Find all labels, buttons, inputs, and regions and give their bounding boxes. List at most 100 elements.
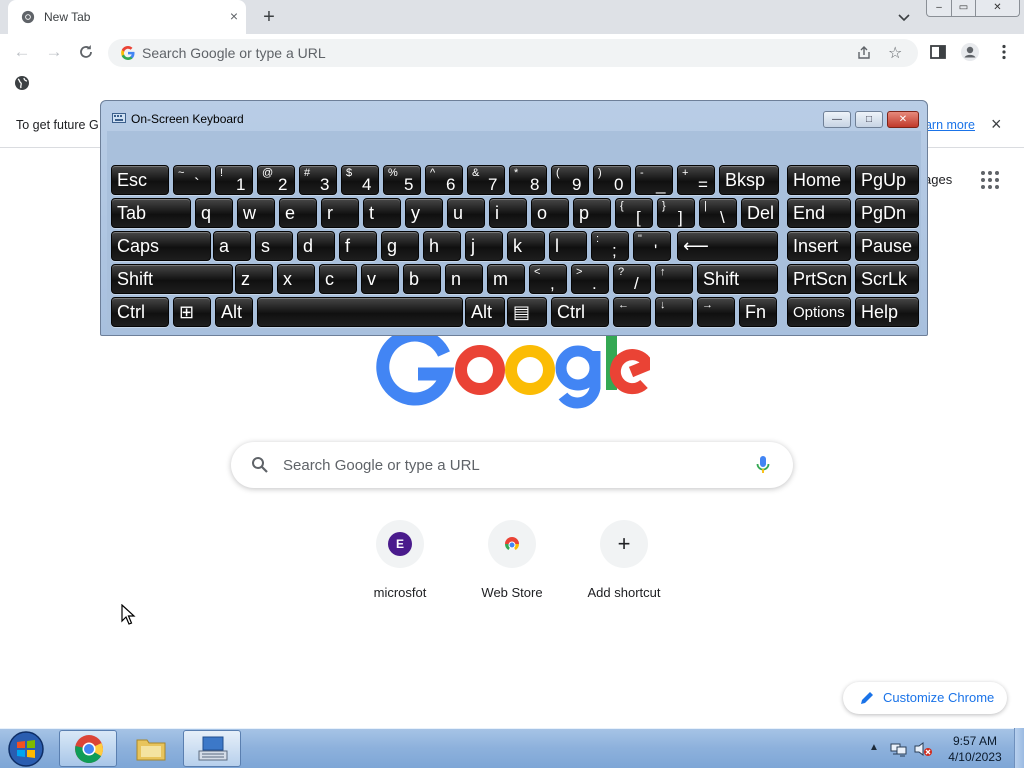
key-v[interactable]: v [361, 264, 399, 294]
key-del[interactable]: Del [741, 198, 779, 228]
tab-new-tab[interactable]: New Tab × [8, 0, 246, 34]
key-d[interactable]: d [297, 231, 335, 261]
volume-muted-icon[interactable] [913, 741, 933, 757]
key-alt[interactable]: Alt [465, 297, 505, 327]
key-alt[interactable]: Alt [215, 297, 253, 327]
key-menu[interactable]: ▤ [507, 297, 547, 327]
key-z[interactable]: z [235, 264, 273, 294]
key-home[interactable]: Home [787, 165, 851, 195]
key-a[interactable]: a [213, 231, 251, 261]
forward-arrow-icon[interactable]: → [44, 42, 64, 62]
key-←[interactable]: ← [613, 297, 651, 327]
key-k[interactable]: k [507, 231, 545, 261]
share-icon[interactable] [856, 45, 872, 61]
key-tab[interactable]: Tab [111, 198, 191, 228]
key-prtscn[interactable]: PrtScn [787, 264, 851, 294]
key-q[interactable]: q [195, 198, 233, 228]
network-icon[interactable] [890, 741, 908, 757]
google-apps-grid-icon[interactable] [980, 170, 1000, 190]
key-g[interactable]: g [381, 231, 419, 261]
key-pgdn[interactable]: PgDn [855, 198, 919, 228]
key-options[interactable]: Options [787, 297, 851, 327]
show-hidden-icons-arrow[interactable]: ▲ [869, 742, 879, 753]
key-5[interactable]: % 5 [383, 165, 421, 195]
key-s[interactable]: s [255, 231, 293, 261]
key-=[interactable]: + = [677, 165, 715, 195]
back-arrow-icon[interactable]: ← [12, 42, 32, 62]
osk-minimize-button[interactable]: — [823, 111, 851, 128]
key-9[interactable]: (9 [551, 165, 589, 195]
key-0[interactable]: ) 0 [593, 165, 631, 195]
key-2[interactable]: @2 [257, 165, 295, 195]
key-4[interactable]: $4 [341, 165, 379, 195]
key-[[interactable]: {[ [615, 198, 653, 228]
minimize-button[interactable]: ‒ [926, 0, 952, 17]
key-l[interactable]: l [549, 231, 587, 261]
key-e[interactable]: e [279, 198, 317, 228]
key-b[interactable]: b [403, 264, 441, 294]
side-panel-icon[interactable] [928, 42, 948, 62]
key-backspace[interactable]: Bksp [719, 165, 779, 195]
key-h[interactable]: h [423, 231, 461, 261]
system-clock[interactable]: 9:57 AM 4/10/2023 [940, 733, 1010, 767]
osk-maximize-button[interactable]: □ [855, 111, 883, 128]
start-button[interactable] [6, 730, 46, 768]
shortcut-web-store[interactable]: Web Store [456, 520, 568, 610]
address-bar[interactable]: Search Google or type a URL ☆ [108, 39, 918, 67]
key-m[interactable]: m [487, 264, 525, 294]
key-help[interactable]: Help [855, 297, 919, 327]
key-\[interactable]: | \ [699, 198, 737, 228]
key-fn[interactable]: Fn [739, 297, 777, 327]
key-;[interactable]: :; [591, 231, 629, 261]
add-shortcut-button[interactable]: + Add shortcut [568, 520, 680, 610]
key-8[interactable]: * 8 [509, 165, 547, 195]
menu-kebab-icon[interactable] [994, 42, 1014, 62]
taskbar-chrome-button[interactable] [59, 730, 117, 767]
new-tab-button[interactable]: + [258, 6, 280, 28]
key-'[interactable]: " ' [633, 231, 671, 261]
key-.[interactable]: >. [571, 264, 609, 294]
key-y[interactable]: y [405, 198, 443, 228]
key-1[interactable]: ! 1 [215, 165, 253, 195]
key-windows[interactable]: ⊞ [173, 297, 211, 327]
key-caps[interactable]: Caps [111, 231, 211, 261]
tab-close-icon[interactable]: × [226, 8, 242, 24]
key-n[interactable]: n [445, 264, 483, 294]
key-7[interactable]: & 7 [467, 165, 505, 195]
key-/[interactable]: ? / [613, 264, 651, 294]
key-][interactable]: }] [657, 198, 695, 228]
key-↑[interactable]: ↑ [655, 264, 693, 294]
key-u[interactable]: u [447, 198, 485, 228]
key-3[interactable]: #3 [299, 165, 337, 195]
key-w[interactable]: w [237, 198, 275, 228]
key-insert[interactable]: Insert [787, 231, 851, 261]
key-shift[interactable]: Shift [697, 264, 778, 294]
osk-close-button[interactable]: ✕ [887, 111, 919, 128]
key-shift[interactable]: Shift [111, 264, 233, 294]
globe-icon[interactable] [14, 75, 30, 91]
profile-avatar-icon[interactable] [960, 42, 980, 62]
key-_[interactable]: - _ [635, 165, 673, 195]
taskbar-osk-button[interactable] [183, 730, 241, 767]
customize-chrome-button[interactable]: Customize Chrome [843, 682, 1007, 714]
key-i[interactable]: i [489, 198, 527, 228]
key-ctrl[interactable]: Ctrl [551, 297, 609, 327]
osk-title-bar[interactable]: On-Screen Keyboard — □ ✕ [101, 101, 927, 131]
taskbar-explorer-button[interactable] [121, 730, 179, 767]
key-t[interactable]: t [363, 198, 401, 228]
microphone-icon[interactable] [754, 454, 772, 476]
close-window-button[interactable]: ✕ [975, 0, 1020, 17]
key-pgup[interactable]: PgUp [855, 165, 919, 195]
shortcut-microsfot[interactable]: E microsfot [344, 520, 456, 610]
key-pause[interactable]: Pause [855, 231, 919, 261]
images-link[interactable]: ages [924, 172, 952, 187]
tab-search-chevron-icon[interactable] [895, 8, 913, 26]
reload-icon[interactable] [76, 42, 96, 62]
key-→[interactable]: → [697, 297, 735, 327]
key-c[interactable]: c [319, 264, 357, 294]
bookmark-star-icon[interactable]: ☆ [888, 43, 902, 63]
key-,[interactable]: <, [529, 264, 567, 294]
key-↓[interactable]: ↓ [655, 297, 693, 327]
key-o[interactable]: o [531, 198, 569, 228]
key-esc[interactable]: Esc [111, 165, 169, 195]
